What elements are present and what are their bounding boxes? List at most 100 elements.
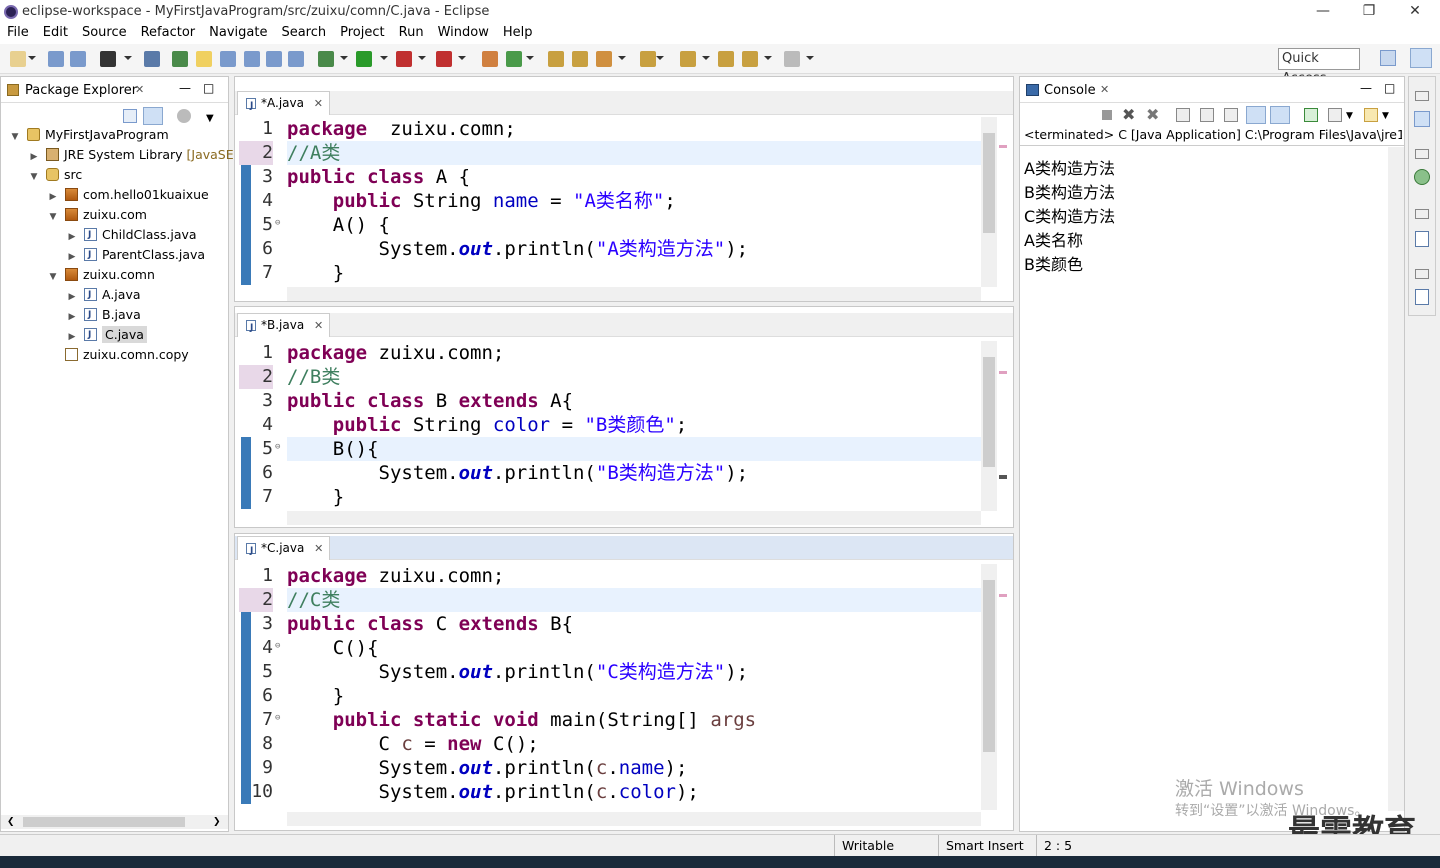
collapsed-chevron-icon[interactable]: ▶ [28,147,40,167]
editor-b-horizontal-scrollbar[interactable] [287,511,981,525]
skip-breakpoints-icon[interactable] [144,51,160,67]
scroll-left-icon[interactable]: ❮ [7,817,15,827]
coverage-icon[interactable] [396,51,412,67]
scroll-thumb[interactable] [983,580,995,752]
expanded-chevron-icon[interactable]: ▼ [47,267,59,287]
tree-package[interactable]: ▼ zuixu.comn [47,265,155,285]
word-wrap-icon[interactable] [1224,108,1238,122]
restore-icon[interactable] [1415,91,1429,101]
clear-console-icon[interactable] [1176,108,1190,122]
scroll-right-icon[interactable]: ❯ [213,817,221,827]
dropdown-arrow-icon[interactable] [28,56,36,60]
editor-b-text[interactable]: 1 package zuixu.comn; 2 //B类 3 public class B… [235,341,995,509]
remove-all-icon[interactable]: ✖ [1146,105,1159,124]
dropdown-arrow-icon[interactable] [656,56,664,60]
close-tab-icon[interactable]: ✕ [314,542,323,555]
menu-navigate[interactable]: Navigate [202,24,274,42]
mark-occurrences-icon[interactable] [196,51,212,67]
menu-refactor[interactable]: Refactor [134,24,203,42]
editor-a-text[interactable]: 1 package zuixu.comn; 2 //A类 3 public class A… [235,117,995,285]
outline-icon[interactable] [1414,111,1430,127]
editor-c-horizontal-scrollbar[interactable] [287,812,981,826]
dropdown-arrow-icon[interactable] [806,56,814,60]
expanded-chevron-icon[interactable]: ▼ [9,127,21,147]
tree-package[interactable]: ▶ com.hello01kuaixue [47,185,209,205]
new-java-project-icon[interactable] [482,51,498,67]
scroll-thumb[interactable] [983,357,995,467]
collapsed-chevron-icon[interactable]: ▶ [66,227,78,247]
save-icon[interactable] [48,51,64,67]
restore-icon[interactable] [1415,269,1429,279]
tab-b-java[interactable]: *B.java ✕ [237,313,331,339]
menu-help[interactable]: Help [496,24,540,42]
new-package-icon[interactable] [506,51,522,67]
task-list-icon[interactable] [1414,169,1430,185]
restore-icon[interactable] [1415,149,1429,159]
open-console-icon[interactable] [1364,108,1378,122]
dropdown-arrow-icon[interactable] [526,56,534,60]
close-tab-icon[interactable]: ✕ [314,319,323,332]
console-output[interactable]: A类构造方法 B类构造方法 C类构造方法 A类名称 B类颜色 [1020,147,1388,807]
dropdown-arrow-icon[interactable] [458,56,466,60]
expanded-chevron-icon[interactable]: ▼ [47,207,59,227]
block-select-icon[interactable] [220,51,236,67]
tab-a-java[interactable]: *A.java ✕ [237,91,331,117]
expanded-chevron-icon[interactable]: ▼ [28,167,40,187]
tree-java-file[interactable]: ▶ ParentClass.java [66,245,206,265]
chevron-down-icon[interactable]: ▼ [1346,111,1353,121]
close-view-icon[interactable]: ✕ [1100,83,1109,96]
scroll-lock-icon[interactable] [1200,108,1214,122]
tree-package[interactable]: zuixu.comn.copy [47,345,189,365]
pilcrow-icon[interactable] [288,51,304,67]
new-icon[interactable] [10,51,26,67]
editor-b-vertical-scrollbar[interactable] [981,341,997,511]
maximize-view-icon[interactable]: □ [1384,81,1395,95]
terminate-icon[interactable] [1102,110,1112,120]
external-tools-icon[interactable] [436,51,452,67]
dropdown-arrow-icon[interactable] [124,56,132,60]
show-on-stderr-icon[interactable] [1270,106,1290,124]
editor-a-vertical-scrollbar[interactable] [981,117,997,287]
tree-jre-library[interactable]: ▶ JRE System Library [JavaSE- [28,145,239,167]
dropdown-arrow-icon[interactable] [380,56,388,60]
scroll-thumb[interactable] [23,817,185,827]
close-tab-icon[interactable]: ✕ [314,97,323,110]
fold-toggle-icon[interactable]: ⊖ [275,641,280,651]
java-perspective-icon[interactable] [1410,48,1432,68]
fold-toggle-icon[interactable]: ⊖ [275,218,280,228]
view-menu-icon[interactable] [177,109,191,123]
open-perspective-icon[interactable] [1380,50,1396,66]
save-all-icon[interactable] [70,51,86,67]
collapsed-chevron-icon[interactable]: ▶ [66,327,78,347]
maximize-button[interactable]: ❐ [1346,0,1392,24]
format-icon[interactable] [266,51,282,67]
quick-access-input[interactable]: Quick Access [1278,48,1360,86]
dropdown-arrow-icon[interactable] [418,56,426,60]
close-view-icon[interactable]: ✕ [135,83,144,96]
menu-window[interactable]: Window [431,24,496,42]
tree-package[interactable]: ▼ zuixu.com [47,205,147,225]
dropdown-arrow-icon[interactable] [618,56,626,60]
chevron-down-icon[interactable]: ▼ [206,113,214,124]
last-edit-icon[interactable] [718,51,734,67]
forward-icon[interactable] [784,51,800,67]
back-icon[interactable] [742,51,758,67]
declaration-icon[interactable] [1415,289,1429,305]
tab-c-java[interactable]: *C.java ✕ [237,536,331,562]
link-with-editor-icon[interactable] [143,107,163,125]
dropdown-arrow-icon[interactable] [340,56,348,60]
dropdown-arrow-icon[interactable] [702,56,710,60]
menu-source[interactable]: Source [75,24,134,42]
next-annotation-icon[interactable] [640,51,656,67]
dropdown-arrow-icon[interactable] [764,56,772,60]
editor-a-horizontal-scrollbar[interactable] [287,287,981,301]
remove-launch-icon[interactable]: ✖ [1122,105,1135,124]
run-icon[interactable] [356,51,372,67]
restore-icon[interactable] [1415,209,1429,219]
show-whitespace-icon[interactable] [244,51,260,67]
menu-file[interactable]: File [0,24,36,42]
tree-java-file[interactable]: ▶ C.java [66,325,147,345]
minimize-button[interactable]: — [1300,0,1346,24]
collapsed-chevron-icon[interactable]: ▶ [66,287,78,307]
open-resource-icon[interactable] [572,51,588,67]
